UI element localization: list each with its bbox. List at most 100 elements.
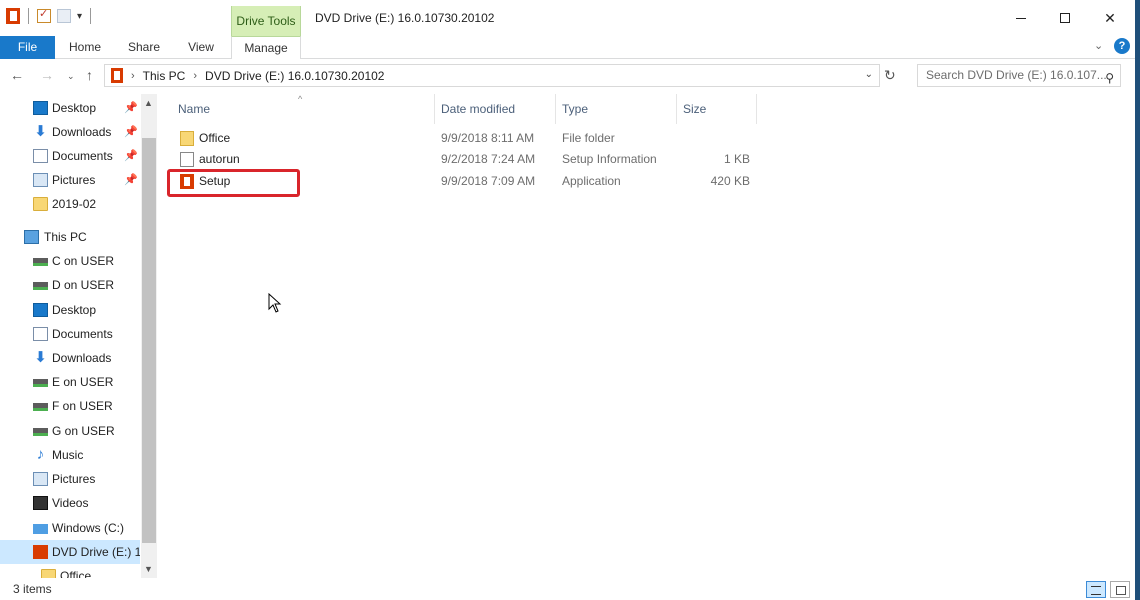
nav-item-office[interactable]: Office: [0, 564, 140, 578]
column-header-date-modified[interactable]: Date modified: [435, 94, 556, 124]
nav-item-this-pc[interactable]: This PC: [0, 225, 140, 249]
file-list[interactable]: ^ Name Date modified Type Size Office 9/…: [158, 94, 1140, 578]
maximize-button[interactable]: [1042, 0, 1088, 36]
breadcrumb-separator-icon[interactable]: ›: [131, 70, 135, 82]
file-date-modified: 9/9/2018 8:11 AM: [441, 131, 535, 145]
file-size: 420 KB: [710, 174, 750, 188]
qat-separator: [90, 8, 92, 24]
large-icons-view-icon[interactable]: [1110, 581, 1130, 598]
nav-item-label: Pictures: [52, 173, 96, 187]
nav-item-c-on-user[interactable]: C on USER: [0, 249, 140, 273]
close-button[interactable]: ✕: [1087, 0, 1133, 36]
new-folder-icon[interactable]: [57, 9, 71, 23]
nav-item-e-on-user[interactable]: E on USER: [0, 370, 140, 394]
tab-view[interactable]: View: [180, 36, 222, 59]
forward-arrow-icon[interactable]: →: [40, 67, 54, 83]
table-row[interactable]: autorun 9/2/2018 7:24 AM Setup Informati…: [158, 149, 758, 170]
tab-home[interactable]: Home: [60, 36, 110, 59]
pin-icon[interactable]: 📌: [124, 96, 138, 120]
column-header-name[interactable]: ^ Name: [158, 94, 435, 124]
nav-item-label: Downloads: [52, 125, 112, 139]
column-header-size[interactable]: Size: [677, 94, 757, 124]
address-row: ← → ⌄ ↑ › This PC › DVD Drive (E:) 16.0.…: [0, 59, 1140, 94]
nav-item-pictures[interactable]: Pictures: [0, 467, 140, 491]
help-icon[interactable]: ?: [1114, 38, 1130, 54]
refresh-icon[interactable]: ↻: [884, 67, 896, 84]
nav-item-pictures-quick[interactable]: Pictures 📌: [0, 168, 140, 192]
recent-locations-chevron-icon[interactable]: ⌄: [67, 71, 75, 82]
nav-item-videos[interactable]: Videos: [0, 491, 140, 515]
sort-ascending-icon: ^: [298, 94, 303, 104]
minimize-icon: [1016, 17, 1026, 19]
tab-file[interactable]: File: [0, 36, 55, 59]
nav-item-music[interactable]: ♪ Music: [0, 443, 140, 467]
column-header-label: Name: [178, 102, 211, 116]
qat-dropdown-icon[interactable]: ▾: [77, 11, 82, 22]
nav-item-windows-c[interactable]: Windows (C:): [0, 516, 140, 540]
back-arrow-icon[interactable]: ←: [10, 67, 24, 83]
pictures-icon: [33, 173, 48, 187]
folder-icon: [33, 197, 48, 211]
nav-item-downloads[interactable]: ⬇ Downloads: [0, 346, 140, 370]
tab-share[interactable]: Share: [120, 36, 168, 59]
nav-item-label: Windows (C:): [52, 521, 125, 535]
nav-item-label: C on USER: [52, 254, 115, 268]
scroll-down-icon[interactable]: ▼: [144, 564, 153, 574]
details-view-icon[interactable]: [1086, 581, 1106, 598]
nav-item-label: Documents: [52, 149, 113, 163]
office-app-icon[interactable]: [6, 8, 20, 24]
file-type: Application: [562, 174, 621, 188]
properties-icon[interactable]: [37, 7, 51, 23]
nav-item-g-on-user[interactable]: G on USER: [0, 419, 140, 443]
title-bar: ▾ Drive Tools DVD Drive (E:) 16.0.10730.…: [0, 0, 1140, 36]
nav-item-downloads-quick[interactable]: ⬇ Downloads 📌: [0, 120, 140, 144]
nav-item-desktop[interactable]: Desktop: [0, 298, 140, 322]
drive-tools-context-label: Drive Tools: [231, 6, 301, 36]
table-row[interactable]: Office 9/9/2018 8:11 AM File folder: [158, 128, 758, 149]
nav-item-dvd-drive[interactable]: DVD Drive (E:) 16: [0, 540, 140, 564]
setup-highlight-box: [167, 169, 300, 197]
window-title: DVD Drive (E:) 16.0.10730.20102: [315, 11, 495, 25]
mouse-cursor-icon: [268, 293, 282, 313]
nav-item-2019-02[interactable]: 2019-02: [0, 192, 140, 216]
nav-item-desktop-quick[interactable]: Desktop 📌: [0, 96, 140, 120]
pin-icon[interactable]: 📌: [124, 168, 138, 192]
scrollbar-thumb[interactable]: [142, 138, 156, 543]
tab-manage[interactable]: Manage: [231, 36, 301, 59]
nav-item-label: E on USER: [52, 375, 114, 389]
breadcrumb-this-pc[interactable]: This PC: [143, 69, 186, 83]
address-dropdown-icon[interactable]: ⌄: [865, 69, 873, 80]
downloads-icon: ⬇: [34, 123, 47, 140]
nav-item-f-on-user[interactable]: F on USER: [0, 394, 140, 418]
expand-ribbon-chevron-icon[interactable]: ⌄: [1094, 39, 1103, 52]
dvd-office-icon: [111, 68, 123, 83]
nav-item-label: Videos: [52, 496, 89, 510]
minimize-button[interactable]: [998, 0, 1044, 36]
up-arrow-icon[interactable]: ↑: [86, 67, 93, 83]
setup-information-icon: [180, 152, 194, 167]
pin-icon[interactable]: 📌: [124, 144, 138, 168]
nav-item-label: Desktop: [52, 101, 97, 115]
documents-icon: [33, 327, 48, 341]
nav-item-d-on-user[interactable]: D on USER: [0, 273, 140, 297]
nav-item-documents-quick[interactable]: Documents 📌: [0, 144, 140, 168]
nav-item-label: G on USER: [52, 424, 115, 438]
documents-icon: [33, 149, 48, 163]
network-drive-icon: [33, 258, 48, 266]
navigation-pane[interactable]: Desktop 📌 ⬇ Downloads 📌 Documents 📌 Pict…: [0, 94, 157, 578]
search-input[interactable]: Search DVD Drive (E:) 16.0.107... ⚲: [917, 64, 1121, 87]
column-header-type[interactable]: Type: [556, 94, 677, 124]
pin-icon[interactable]: 📌: [124, 120, 138, 144]
nav-item-documents[interactable]: Documents: [0, 322, 140, 346]
scroll-up-icon[interactable]: ▲: [144, 98, 153, 108]
file-date-modified: 9/9/2018 7:09 AM: [441, 174, 536, 188]
nav-item-label: F on USER: [52, 399, 113, 413]
status-bar: 3 items: [0, 578, 1140, 600]
nav-pane-scrollbar[interactable]: ▲ ▼: [141, 94, 157, 578]
search-icon[interactable]: ⚲: [1105, 68, 1114, 89]
qat-separator: [28, 8, 29, 24]
folder-icon: [41, 569, 56, 578]
address-bar[interactable]: › This PC › DVD Drive (E:) 16.0.10730.20…: [104, 64, 880, 87]
breadcrumb-separator-icon[interactable]: ›: [193, 70, 197, 82]
breadcrumb-dvd-drive[interactable]: DVD Drive (E:) 16.0.10730.20102: [205, 69, 384, 83]
